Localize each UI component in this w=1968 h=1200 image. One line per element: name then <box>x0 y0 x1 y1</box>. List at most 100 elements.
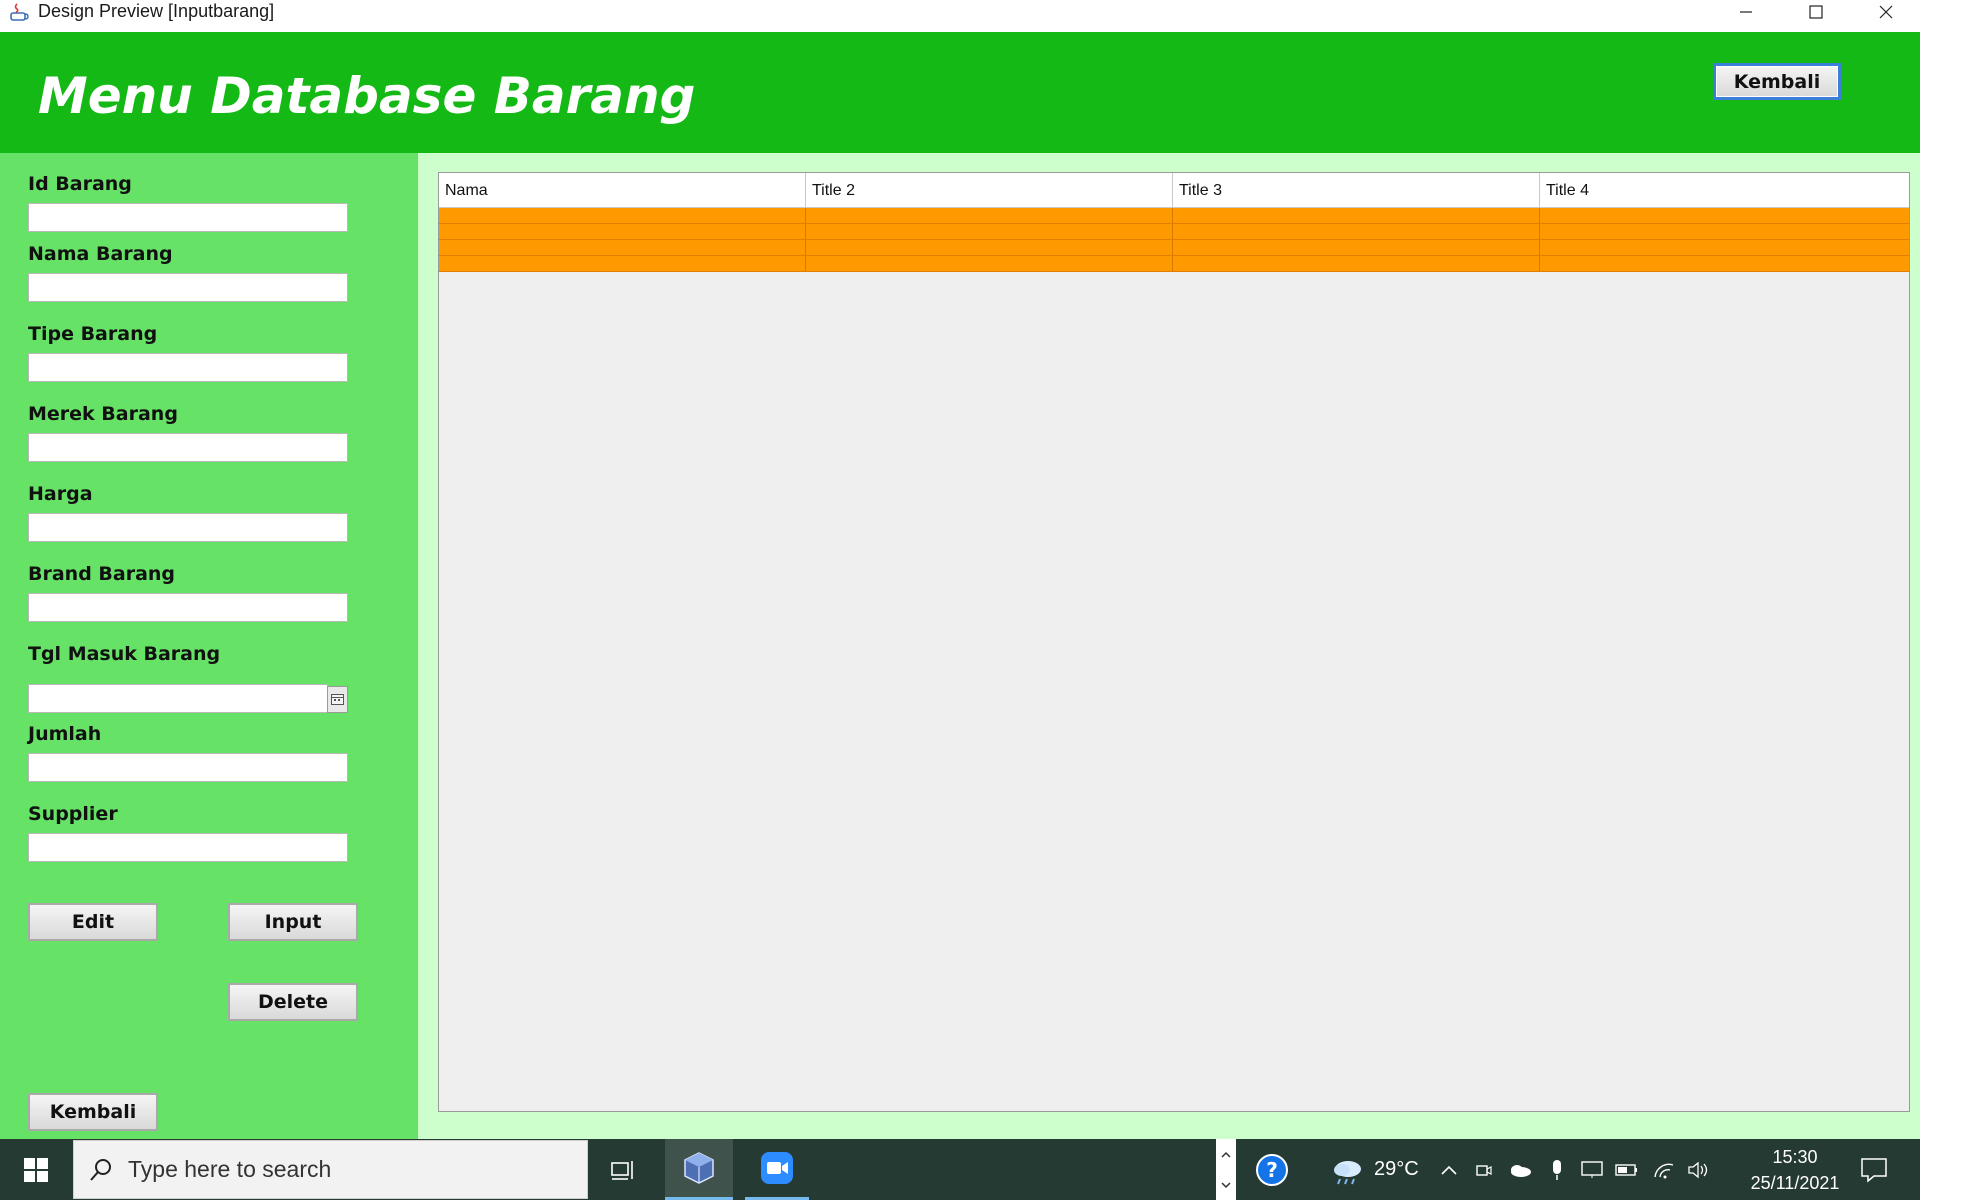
start-button[interactable] <box>0 1139 72 1200</box>
table-cell[interactable] <box>439 256 806 271</box>
tray-display[interactable] <box>1580 1139 1604 1200</box>
volume-icon <box>1688 1161 1708 1178</box>
brand-barang-input[interactable] <box>28 593 348 622</box>
chevron-up-icon <box>1441 1165 1457 1175</box>
tgl-masuk-barang-label: Tgl Masuk Barang <box>28 643 221 665</box>
taskbar-scroll-arrows[interactable] <box>1216 1139 1236 1200</box>
tray-microphone[interactable] <box>1545 1139 1569 1200</box>
tipe-barang-input[interactable] <box>28 353 348 382</box>
table-cell[interactable] <box>439 240 806 255</box>
table-cell[interactable] <box>439 224 806 239</box>
window-edge <box>1920 0 1968 1200</box>
maximize-button[interactable] <box>1781 0 1851 24</box>
weather-widget[interactable] <box>1328 1139 1368 1200</box>
id-barang-label: Id Barang <box>28 173 132 195</box>
table-scroll-area[interactable] <box>438 172 1910 1112</box>
virtualbox-icon <box>684 1152 714 1184</box>
back-button[interactable]: Kembali <box>28 1093 158 1131</box>
notification-icon <box>1861 1157 1887 1183</box>
maximize-icon <box>1809 5 1823 19</box>
column-header-title-4[interactable]: Title 4 <box>1540 173 1909 208</box>
tray-wifi[interactable] <box>1652 1139 1676 1200</box>
harga-input[interactable] <box>28 513 348 542</box>
table-cell[interactable] <box>1540 240 1909 255</box>
window-title-bar <box>0 0 1920 32</box>
table-row[interactable] <box>439 208 1909 224</box>
header-back-button[interactable]: Kembali <box>1713 63 1841 100</box>
search-icon <box>90 1158 111 1181</box>
table-row[interactable] <box>439 224 1909 240</box>
table-cell[interactable] <box>1173 224 1540 239</box>
table-cell[interactable] <box>1173 240 1540 255</box>
table-cell[interactable] <box>1540 224 1909 239</box>
tray-onedrive[interactable] <box>1508 1139 1532 1200</box>
table-header: Nama Title 2 Title 3 Title 4 <box>439 173 1909 208</box>
window-title: Design Preview [Inputbarang] <box>38 1 275 21</box>
column-header-title-3[interactable]: Title 3 <box>1173 173 1540 208</box>
temperature-label: 29°C <box>1374 1158 1419 1180</box>
tipe-barang-label: Tipe Barang <box>28 323 158 345</box>
tray-volume[interactable] <box>1687 1139 1711 1200</box>
microphone-icon <box>1553 1159 1561 1180</box>
merek-barang-input[interactable] <box>28 433 348 462</box>
table-cell[interactable] <box>806 224 1173 239</box>
calendar-button[interactable] <box>327 686 348 713</box>
tray-chevron-button[interactable] <box>1437 1139 1461 1200</box>
taskbar-search-box[interactable]: Type here to search <box>73 1140 588 1199</box>
table-cell[interactable] <box>806 256 1173 271</box>
tgl-masuk-barang-input[interactable] <box>28 684 328 713</box>
table-cell[interactable] <box>1173 208 1540 223</box>
delete-button[interactable]: Delete <box>228 983 358 1021</box>
harga-label: Harga <box>28 483 93 505</box>
minimize-button[interactable] <box>1711 0 1781 24</box>
merek-barang-label: Merek Barang <box>28 403 178 425</box>
table-body <box>439 208 1909 272</box>
task-view-icon <box>611 1160 633 1180</box>
zoom-icon <box>761 1152 793 1184</box>
task-view-button[interactable] <box>596 1139 652 1200</box>
supplier-input[interactable] <box>28 833 348 862</box>
onedrive-icon <box>1511 1164 1531 1177</box>
chevron-up-down-icon <box>1221 1151 1231 1188</box>
table-cell[interactable] <box>1540 256 1909 271</box>
clock-date[interactable]: 25/11/2021 <box>1735 1170 1855 1196</box>
tray-meet-now[interactable] <box>1472 1139 1496 1200</box>
close-icon <box>1879 5 1893 19</box>
taskbar-app-virtualbox[interactable] <box>665 1139 733 1200</box>
minimize-icon <box>1740 11 1752 13</box>
jumlah-input[interactable] <box>28 753 348 782</box>
column-header-title-2[interactable]: Title 2 <box>806 173 1173 208</box>
windows-start-icon <box>24 1157 48 1182</box>
nama-barang-input[interactable] <box>28 273 348 302</box>
help-icon: ? <box>1256 1153 1288 1186</box>
brand-barang-label: Brand Barang <box>28 563 176 585</box>
input-button[interactable]: Input <box>228 903 358 941</box>
supplier-label: Supplier <box>28 803 118 825</box>
close-button[interactable] <box>1851 0 1921 24</box>
tray-battery[interactable] <box>1615 1139 1639 1200</box>
table-cell[interactable] <box>439 208 806 223</box>
column-header-nama[interactable]: Nama <box>439 173 806 208</box>
taskbar-app-zoom[interactable] <box>745 1139 809 1200</box>
svg-text:?: ? <box>1266 1158 1278 1182</box>
page-title: Menu Database Barang <box>38 67 696 125</box>
battery-icon <box>1615 1163 1637 1176</box>
wifi-icon <box>1654 1163 1674 1178</box>
table-row[interactable] <box>439 256 1909 272</box>
table-cell[interactable] <box>806 208 1173 223</box>
help-button[interactable]: ? <box>1250 1139 1294 1200</box>
java-app-icon <box>8 1 30 23</box>
notification-button[interactable] <box>1850 1139 1898 1200</box>
id-barang-input[interactable] <box>28 203 348 232</box>
clock-time[interactable]: 15:30 <box>1745 1144 1845 1170</box>
weather-icon <box>1334 1160 1361 1184</box>
table-cell[interactable] <box>1173 256 1540 271</box>
table-cell[interactable] <box>1540 208 1909 223</box>
display-icon <box>1581 1160 1603 1178</box>
jumlah-label: Jumlah <box>28 723 102 745</box>
meet-now-icon <box>1476 1164 1492 1176</box>
edit-button[interactable]: Edit <box>28 903 158 941</box>
nama-barang-label: Nama Barang <box>28 243 173 265</box>
table-cell[interactable] <box>806 240 1173 255</box>
table-row[interactable] <box>439 240 1909 256</box>
